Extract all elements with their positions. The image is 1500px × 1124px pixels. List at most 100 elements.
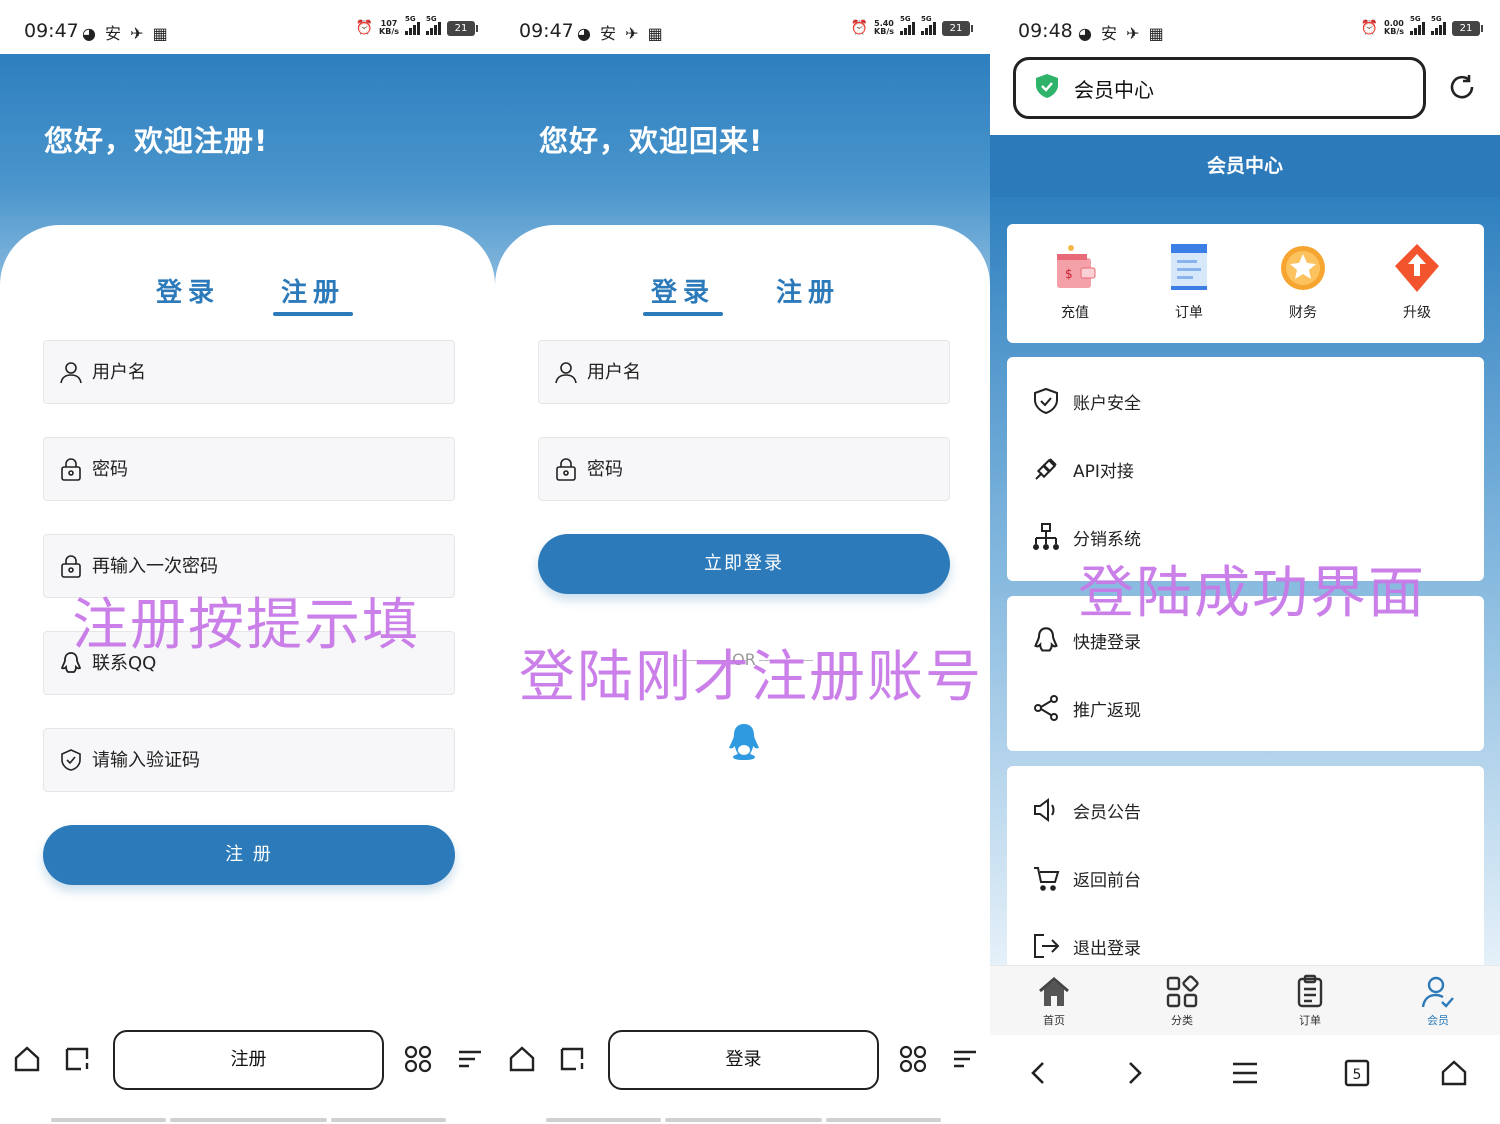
notification-icons: ◕ 安 ✈ ▦	[1078, 24, 1166, 43]
register-button[interactable]: 注 册	[43, 825, 455, 885]
tab-register[interactable]: 注册	[768, 272, 848, 309]
quick-recharge[interactable]: $ 充值	[1035, 242, 1115, 322]
menu-label: 推广返现	[1073, 700, 1141, 721]
nav-label: 订单	[1299, 1014, 1321, 1027]
signal-icon: 5G	[405, 15, 420, 35]
password-field[interactable]	[43, 437, 455, 501]
member-center-screen: 09:48 ◕ 安 ✈ ▦ ⏰ 0.00 KB/s 5G 5G 21 会员中心 会…	[990, 0, 1500, 1124]
menu-label: API对接	[1073, 461, 1134, 482]
username-field[interactable]	[43, 340, 455, 404]
menu-label: 分销系统	[1073, 529, 1141, 550]
tab-bar: 登录 注册	[495, 272, 990, 322]
forward-icon[interactable]	[1119, 1058, 1149, 1088]
nav-home[interactable]: 首页	[1019, 974, 1089, 1028]
lock-icon	[58, 553, 84, 579]
menu-back-to-store[interactable]: 返回前台	[1031, 858, 1141, 898]
tabs-icon[interactable]	[558, 1044, 588, 1074]
gesture-bar	[665, 1118, 822, 1122]
secure-shield-icon	[1034, 73, 1060, 103]
url-bar[interactable]: 注册	[113, 1030, 384, 1090]
quick-upgrade[interactable]: 升级	[1377, 242, 1457, 322]
menu-icon[interactable]	[1230, 1058, 1260, 1088]
quick-finance[interactable]: 财务	[1263, 242, 1343, 322]
speed-unit: KB/s	[874, 27, 894, 36]
url-bar[interactable]: 登录	[608, 1030, 879, 1090]
status-bar: 09:47 ◕ 安 ✈ ▦ ⏰ 107 KB/s 5G 5G 21	[0, 0, 495, 54]
nav-category[interactable]: 分类	[1147, 974, 1217, 1028]
network-speed: 107 KB/s	[379, 20, 399, 36]
menu-api[interactable]: API对接	[1031, 449, 1134, 489]
username-input[interactable]	[587, 361, 917, 383]
menu-referral[interactable]: 推广返现	[1031, 688, 1141, 728]
password-input[interactable]	[587, 458, 917, 480]
home-icon[interactable]	[507, 1044, 537, 1074]
menu-icon[interactable]	[950, 1044, 980, 1074]
network-speed: 5.40 KB/s	[874, 20, 894, 36]
quick-actions: $ 充值 订单 财务 升级	[1007, 224, 1484, 343]
quick-label: 升级	[1403, 305, 1431, 321]
tab-bar: 登录 注册	[0, 272, 495, 322]
nav-member[interactable]: 会员	[1403, 974, 1473, 1028]
menu-logout[interactable]: 退出登录	[1031, 926, 1141, 966]
tab-login[interactable]: 登录	[148, 272, 228, 309]
signal-icon: 5G	[426, 15, 441, 35]
menu-label: 快捷登录	[1073, 632, 1141, 653]
wallet-icon: $	[1051, 242, 1099, 294]
page-title: 您好，欢迎注册!	[44, 124, 269, 158]
tabs-count: 5	[1353, 1067, 1362, 1083]
password-field[interactable]	[538, 437, 950, 501]
battery-icon: 21	[447, 20, 478, 36]
password-input[interactable]	[92, 458, 422, 480]
tab-login[interactable]: 登录	[643, 272, 723, 316]
qq-login-icon[interactable]	[726, 722, 762, 762]
star-coin-icon	[1279, 242, 1327, 294]
captcha-field[interactable]	[43, 728, 455, 792]
notification-icons: ◕ 安 ✈ ▦	[82, 24, 170, 43]
register-screen: 09:47 ◕ 安 ✈ ▦ ⏰ 107 KB/s 5G 5G 21 您好，欢迎注册…	[0, 0, 495, 1124]
username-field[interactable]	[538, 340, 950, 404]
nav-label: 会员	[1427, 1014, 1449, 1027]
nav-orders[interactable]: 订单	[1275, 974, 1345, 1028]
apps-grid-icon[interactable]	[898, 1044, 928, 1074]
shield-check-icon	[58, 747, 84, 773]
home-icon[interactable]	[1439, 1058, 1469, 1088]
tabs-icon[interactable]	[63, 1044, 93, 1074]
speaker-icon	[1031, 795, 1061, 825]
menu-label: 账户安全	[1073, 393, 1141, 414]
tabs-count-icon[interactable]: 5	[1342, 1058, 1372, 1088]
user-icon	[553, 359, 579, 385]
menu-icon[interactable]	[455, 1044, 485, 1074]
refresh-icon[interactable]	[1447, 72, 1477, 102]
apps-grid-icon[interactable]	[403, 1044, 433, 1074]
menu-announcements[interactable]: 会员公告	[1031, 790, 1141, 830]
home-icon[interactable]	[12, 1044, 42, 1074]
captcha-input[interactable]	[92, 749, 422, 771]
menu-group-misc: 会员公告 返回前台 退出登录	[1007, 766, 1484, 976]
username-input[interactable]	[92, 361, 422, 383]
annotation-overlay: 登陆刚才注册账号	[519, 645, 983, 710]
login-button[interactable]: 立即登录	[538, 534, 950, 594]
tab-register[interactable]: 注册	[273, 272, 353, 316]
qq-icon	[1031, 625, 1061, 655]
member-user-icon	[1420, 974, 1456, 1010]
org-chart-icon	[1031, 522, 1061, 552]
back-icon[interactable]	[1024, 1058, 1054, 1088]
bottom-nav: 首页 分类 订单 会员	[990, 965, 1500, 1035]
menu-account-security[interactable]: 账户安全	[1031, 381, 1141, 421]
document-icon	[1165, 242, 1213, 294]
quick-orders[interactable]: 订单	[1149, 242, 1229, 322]
network-type: 5G	[405, 15, 416, 23]
speed-unit: KB/s	[379, 27, 399, 36]
status-time: 09:48	[1018, 20, 1073, 42]
page-title: 您好，欢迎回来!	[539, 124, 764, 158]
upgrade-arrow-icon	[1393, 242, 1441, 294]
gesture-bar	[826, 1118, 941, 1122]
confirm-password-input[interactable]	[92, 555, 422, 577]
status-time: 09:47	[24, 20, 79, 42]
battery-icon: 21	[1452, 20, 1483, 36]
gesture-bar	[331, 1118, 446, 1122]
signal-icon: 5G	[900, 15, 915, 35]
signal-icon: 5G	[921, 15, 936, 35]
login-screen: 09:47 ◕ 安 ✈ ▦ ⏰ 5.40 KB/s 5G 5G 21 您好，欢迎回…	[495, 0, 990, 1124]
address-bar[interactable]: 会员中心	[1013, 57, 1426, 119]
